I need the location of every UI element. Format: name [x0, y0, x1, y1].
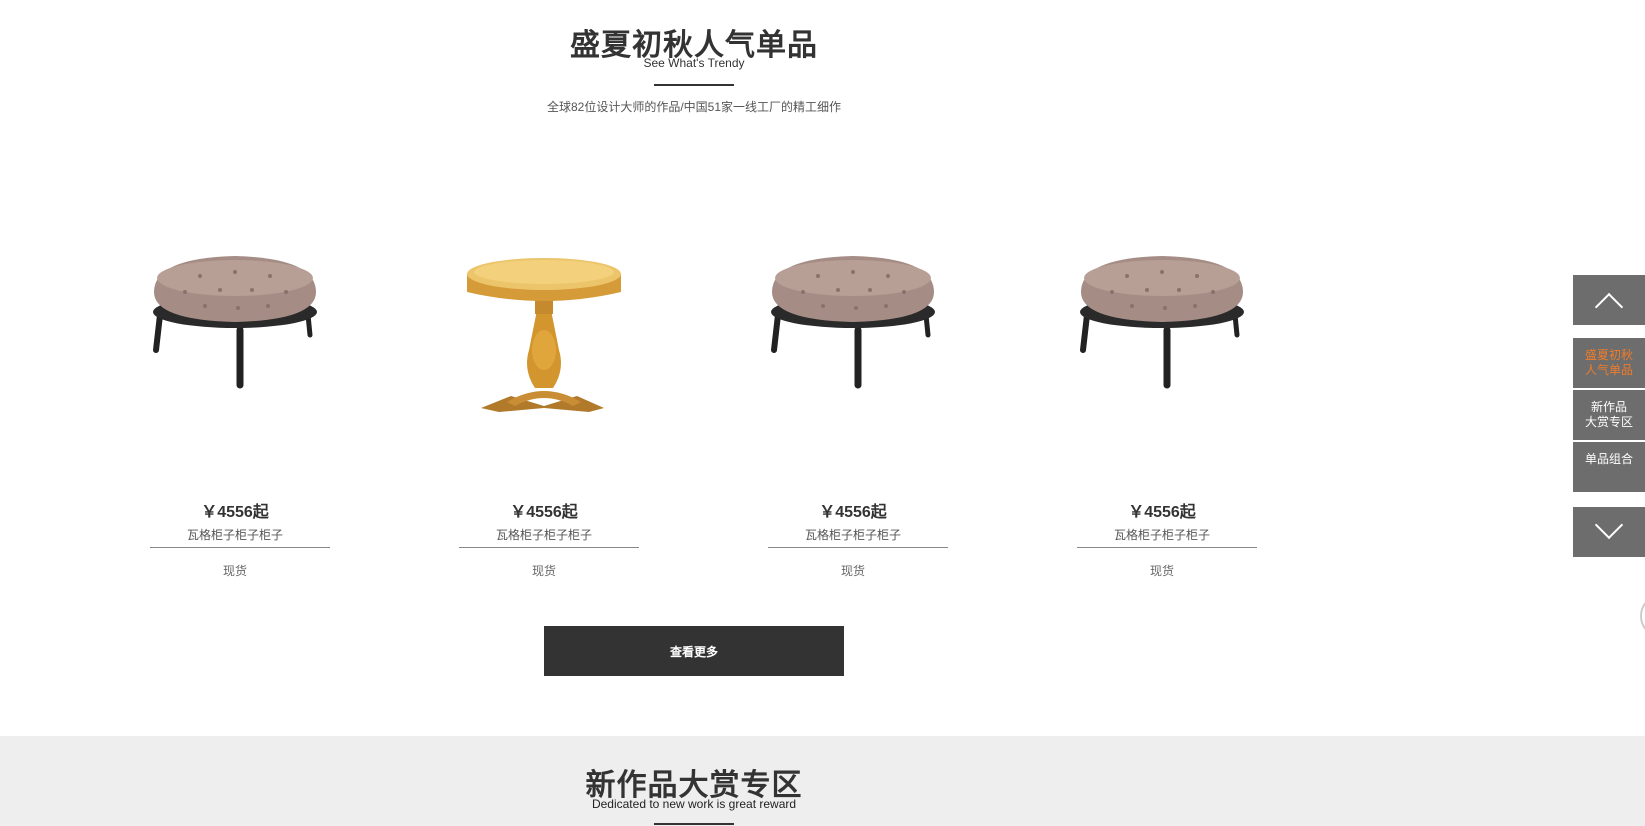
- round-ottoman-image[interactable]: [140, 210, 330, 430]
- side-nav-item-trendy[interactable]: 盛夏初秋 人气单品: [1573, 338, 1645, 388]
- section-description: 全球82位设计大师的作品/中国51家一线工厂的精工细作: [546, 100, 842, 114]
- view-more-button[interactable]: 查看更多: [544, 626, 844, 676]
- product-name[interactable]: 瓦格柜子柜子柜子: [758, 526, 948, 543]
- side-nav-label: 盛夏初秋: [1584, 348, 1633, 362]
- floating-circle-button[interactable]: [1640, 594, 1645, 638]
- product-price: ￥4556起: [1128, 504, 1196, 521]
- section-divider: [654, 823, 734, 825]
- round-pedestal-table-image[interactable]: [449, 210, 639, 430]
- product-divider: [768, 547, 948, 548]
- product-divider: [459, 547, 639, 548]
- side-nav-label: 人气单品: [1584, 363, 1633, 377]
- side-nav-label: 新作品: [1590, 400, 1627, 414]
- product-name[interactable]: 瓦格柜子柜子柜子: [140, 526, 330, 543]
- product-card[interactable]: ￥4556起 瓦格柜子柜子柜子 现货: [1067, 210, 1257, 580]
- product-stock: 现货: [222, 564, 247, 578]
- product-name[interactable]: 瓦格柜子柜子柜子: [449, 526, 639, 543]
- product-divider: [150, 547, 330, 548]
- product-stock: 现货: [1149, 564, 1174, 578]
- product-card[interactable]: ￥4556起 瓦格柜子柜子柜子 现货: [449, 210, 639, 580]
- round-ottoman-image[interactable]: [1067, 210, 1257, 430]
- product-stock: 现货: [531, 564, 556, 578]
- section-subtitle: Dedicated to new work is great reward: [591, 797, 797, 811]
- product-card[interactable]: ￥4556起 瓦格柜子柜子柜子 现货: [140, 210, 330, 580]
- product-stock: 现货: [840, 564, 865, 578]
- side-nav-label: 单品组合: [1584, 452, 1633, 466]
- page: 盛夏初秋人气单品 See What's Trendy 全球82位设计大师的作品/…: [0, 0, 1645, 826]
- chevron-up-icon: [1594, 292, 1624, 322]
- chevron-down-icon: [1594, 510, 1624, 540]
- product-price: ￥4556起: [201, 504, 269, 521]
- scroll-down-button[interactable]: [1573, 507, 1645, 557]
- product-name[interactable]: 瓦格柜子柜子柜子: [1067, 526, 1257, 543]
- product-price: ￥4556起: [819, 504, 887, 521]
- scroll-up-button[interactable]: [1573, 275, 1645, 325]
- new-works-section: 新作品大赏专区 Dedicated to new work is great r…: [0, 736, 1645, 826]
- product-list: ￥4556起 瓦格柜子柜子柜子 现货 ￥4556起 瓦格柜子柜子柜子 现货 ￥4…: [130, 210, 1380, 590]
- section-subtitle: See What's Trendy: [643, 56, 745, 70]
- side-nav-item-new-works[interactable]: 新作品 大赏专区: [1573, 390, 1645, 440]
- product-divider: [1077, 547, 1257, 548]
- round-ottoman-image[interactable]: [758, 210, 948, 430]
- side-nav-label: 大赏专区: [1584, 415, 1633, 429]
- product-card[interactable]: ￥4556起 瓦格柜子柜子柜子 现货: [758, 210, 948, 580]
- side-nav-item-combos[interactable]: 单品组合: [1573, 442, 1645, 492]
- section-divider: [654, 84, 734, 86]
- product-price: ￥4556起: [510, 504, 578, 521]
